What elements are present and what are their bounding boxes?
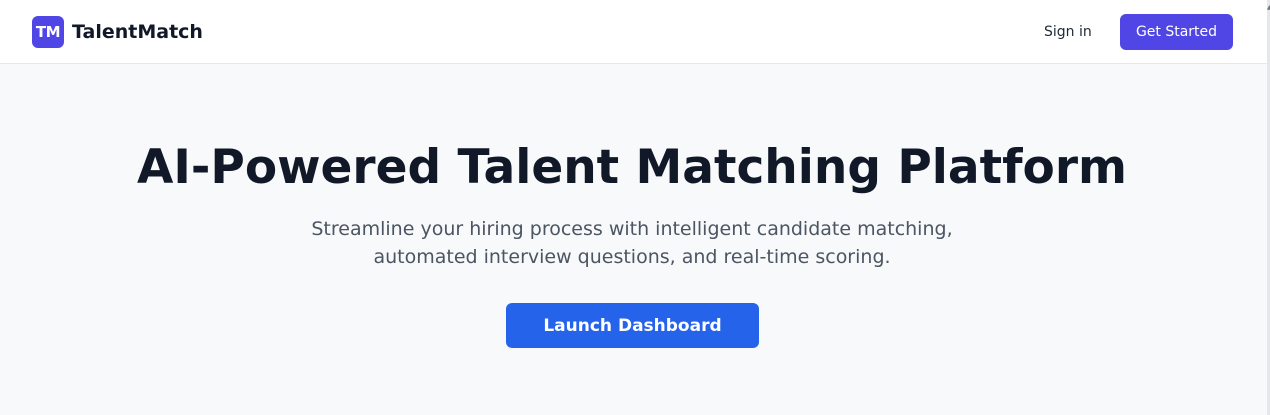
get-started-button[interactable]: Get Started bbox=[1120, 14, 1233, 50]
hero-title: AI-Powered Talent Matching Platform bbox=[137, 140, 1127, 195]
brand-name: TalentMatch bbox=[72, 21, 203, 43]
logo-badge-icon: TM bbox=[32, 16, 64, 48]
top-navbar: TM TalentMatch Sign in Get Started bbox=[0, 0, 1267, 64]
hero-subtitle-line-1: Streamline your hiring process with inte… bbox=[311, 218, 953, 240]
hero-subtitle-line-2: automated interview questions, and real-… bbox=[373, 246, 891, 268]
hero-subtitle: Streamline your hiring process with inte… bbox=[0, 215, 1264, 271]
sign-in-link[interactable]: Sign in bbox=[1034, 20, 1102, 44]
brand-logo-link[interactable]: TM TalentMatch bbox=[32, 16, 203, 48]
launch-dashboard-button[interactable]: Launch Dashboard bbox=[506, 303, 759, 348]
